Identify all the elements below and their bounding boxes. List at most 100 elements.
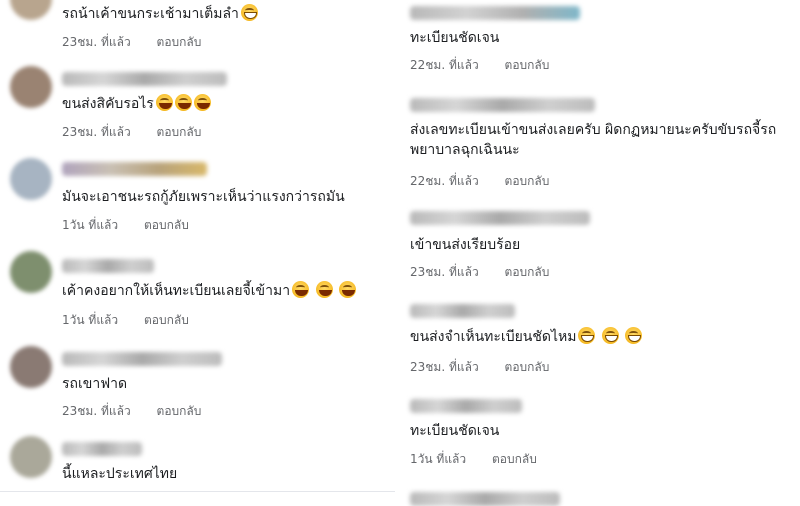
- comment-time-suffix: ที่แล้ว: [100, 404, 131, 418]
- comment-meta: 23ชม. ที่แล้ว ตอบกลับ: [62, 402, 201, 421]
- comment-meta: 1วัน ที่แล้ว ตอบกลับ: [62, 311, 189, 330]
- comment-time: 1วัน ที่แล้ว: [62, 311, 118, 330]
- reply-button[interactable]: ตอบกลับ: [144, 216, 189, 235]
- comment-time-suffix: ที่แล้ว: [100, 35, 131, 49]
- comment-time-value: 23ชม.: [62, 404, 98, 418]
- comment-time-suffix: ที่แล้ว: [100, 125, 131, 139]
- laughing-emoji-icon: [315, 281, 333, 298]
- commenter-name-blurred[interactable]: [62, 259, 154, 273]
- comment-text: ขนส่งสิคับรอไร: [62, 96, 154, 112]
- avatar[interactable]: [10, 346, 52, 388]
- comment-item: นี้แหละประเทศไทย: [0, 428, 395, 493]
- avatar[interactable]: [10, 251, 52, 293]
- comment-time-suffix: ที่แล้ว: [88, 313, 119, 327]
- comment-text-wrap: รถเขาฟาด: [62, 374, 127, 394]
- comment-meta: 22ชม. ที่แล้ว ตอบกลับ: [410, 56, 549, 75]
- comment-text: รถน้าเค้าขนกระเช้ามาเต็มลำ: [62, 6, 239, 22]
- commenter-name-blurred[interactable]: [410, 6, 580, 20]
- reply-button[interactable]: ตอบกลับ: [505, 172, 550, 191]
- comment-text: นี้แหละประเทศไทย: [62, 466, 178, 482]
- comment-text-wrap: ส่งเลขทะเบียนเข้าขนส่งเลยครับ ผิดกฏหมายน…: [410, 120, 795, 160]
- comments-column-left: รถน้าเค้าขนกระเช้ามาเต็มลำ 23ชม. ที่แล้ว…: [0, 0, 395, 500]
- comment-time: 23ชม. ที่แล้ว: [62, 123, 131, 142]
- comment-meta: 23ชม. ที่แล้ว ตอบกลับ: [410, 358, 549, 377]
- reply-button[interactable]: ตอบกลับ: [157, 123, 202, 142]
- commenter-name-blurred[interactable]: [410, 399, 522, 413]
- laughing-emoji-icon: [155, 94, 173, 111]
- comment-text: เค้าคงอยากให้เห็นทะเบียนเลยจี้เข้ามา: [62, 283, 291, 299]
- reply-button[interactable]: ตอบกลับ: [505, 358, 550, 377]
- comment-item: ทะเบียนชัดเจน 1วัน ที่แล้ว ตอบกลับ: [395, 395, 800, 475]
- comment-item: เค้าคงอยากให้เห็นทะเบียนเลยจี้เข้ามา 1วั…: [0, 245, 395, 330]
- comment-text-wrap: นี้แหละประเทศไทย: [62, 464, 177, 484]
- comment-time-value: 1วัน: [62, 218, 85, 232]
- reply-button[interactable]: ตอบกลับ: [505, 263, 550, 282]
- comment-time-suffix: ที่แล้ว: [448, 265, 479, 279]
- comment-time-suffix: ที่แล้ว: [88, 218, 119, 232]
- commenter-name-blurred[interactable]: [410, 98, 595, 112]
- comment-time: 22ชม. ที่แล้ว: [410, 172, 479, 191]
- comment-time-value: 1วัน: [62, 313, 85, 327]
- comment-text-wrap: เข้าขนส่งเรียบร้อย: [410, 235, 520, 255]
- comment-time-suffix: ที่แล้ว: [448, 174, 479, 188]
- comment-time-value: 22ชม.: [410, 174, 446, 188]
- comment-item: ส่งเลขทะเบียนเข้าขนส่งเลยครับ ผิดกฏหมายน…: [395, 90, 800, 195]
- reply-button[interactable]: ตอบกลับ: [505, 56, 550, 75]
- commenter-name-blurred[interactable]: [410, 211, 590, 225]
- comment-time: 23ชม. ที่แล้ว: [62, 33, 131, 52]
- comment-meta: 23ชม. ที่แล้ว ตอบกลับ: [62, 33, 201, 52]
- comment-item: รถเขาฟาด 23ชม. ที่แล้ว ตอบกลับ: [0, 340, 395, 420]
- comments-column-right: ทะเบียนชัดเจน 22ชม. ที่แล้ว ตอบกลับ ส่งเ…: [395, 0, 800, 506]
- comment-text-wrap: ทะเบียนชัดเจน: [410, 28, 499, 48]
- avatar[interactable]: [10, 0, 52, 20]
- laughing-emoji-icon: [292, 281, 310, 298]
- grin-emoji-icon: [601, 327, 619, 344]
- comment-text: เข้าขนส่งเรียบร้อย: [410, 237, 521, 253]
- avatar[interactable]: [10, 66, 52, 108]
- comment-time-value: 23ชม.: [62, 125, 98, 139]
- comment-text-wrap: เค้าคงอยากให้เห็นทะเบียนเลยจี้เข้ามา: [62, 281, 356, 301]
- comment-text-wrap: ขนส่งจำเห็นทะเบียนชัดไหม: [410, 327, 643, 347]
- laughing-emoji-icon: [339, 281, 356, 298]
- reply-button[interactable]: ตอบกลับ: [492, 450, 537, 469]
- comment-time: 23ชม. ที่แล้ว: [62, 402, 131, 421]
- comment-text-wrap: ทะเบียนชัดเจน: [410, 421, 499, 441]
- grin-emoji-icon: [240, 4, 258, 21]
- reply-button[interactable]: ตอบกลับ: [157, 402, 202, 421]
- comment-time-value: 22ชม.: [410, 58, 446, 72]
- commenter-name-blurred[interactable]: [62, 442, 142, 456]
- laughing-emoji-icon: [193, 94, 211, 111]
- comment-time-suffix: ที่แล้ว: [436, 452, 467, 466]
- avatar[interactable]: [10, 436, 52, 478]
- grin-emoji-icon: [625, 327, 643, 344]
- comment-time: 22ชม. ที่แล้ว: [410, 56, 479, 75]
- reply-button[interactable]: ตอบกลับ: [157, 33, 202, 52]
- avatar[interactable]: [10, 158, 52, 200]
- grin-emoji-icon: [578, 327, 596, 344]
- commenter-name-blurred[interactable]: [410, 492, 560, 506]
- comment-time-suffix: ที่แล้ว: [448, 360, 479, 374]
- comment-time: 1วัน ที่แล้ว: [62, 216, 118, 235]
- comment-item: ทะเบียนชัดเจน 22ชม. ที่แล้ว ตอบกลับ: [395, 0, 800, 80]
- comment-time-value: 23ชม.: [62, 35, 98, 49]
- commenter-name-blurred[interactable]: [62, 352, 222, 366]
- commenter-name-blurred[interactable]: [62, 162, 207, 176]
- comment-text: ทะเบียนชัดเจน: [410, 30, 500, 46]
- comment-meta: 1วัน ที่แล้ว ตอบกลับ: [410, 450, 537, 469]
- comment-item: มันจะเอาชนะรถกู้ภัยเพราะเห็นว่าแรงกว่ารถ…: [0, 152, 395, 232]
- comment-text-wrap: รถน้าเค้าขนกระเช้ามาเต็มลำ: [62, 4, 258, 24]
- comment-text: ขนส่งจำเห็นทะเบียนชัดไหม: [410, 329, 577, 345]
- comment-meta: 23ชม. ที่แล้ว ตอบกลับ: [410, 263, 549, 282]
- comment-text: ทะเบียนชัดเจน: [410, 423, 500, 439]
- comment-meta: 1วัน ที่แล้ว ตอบกลับ: [62, 216, 189, 235]
- comment-item: เข้าขนส่งเรียบร้อย 23ชม. ที่แล้ว ตอบกลับ: [395, 205, 800, 290]
- comment-text: ส่งเลขทะเบียนเข้าขนส่งเลยครับ ผิดกฏหมายน…: [410, 122, 777, 158]
- divider: [0, 491, 395, 492]
- comment-text: มันจะเอาชนะรถกู้ภัยเพราะเห็นว่าแรงกว่ารถ…: [62, 189, 345, 205]
- commenter-name-blurred[interactable]: [410, 304, 515, 318]
- comment-meta: 23ชม. ที่แล้ว ตอบกลับ: [62, 123, 201, 142]
- reply-button[interactable]: ตอบกลับ: [144, 311, 189, 330]
- comment-time: 23ชม. ที่แล้ว: [410, 358, 479, 377]
- commenter-name-blurred[interactable]: [62, 72, 227, 86]
- comment-time-suffix: ที่แล้ว: [448, 58, 479, 72]
